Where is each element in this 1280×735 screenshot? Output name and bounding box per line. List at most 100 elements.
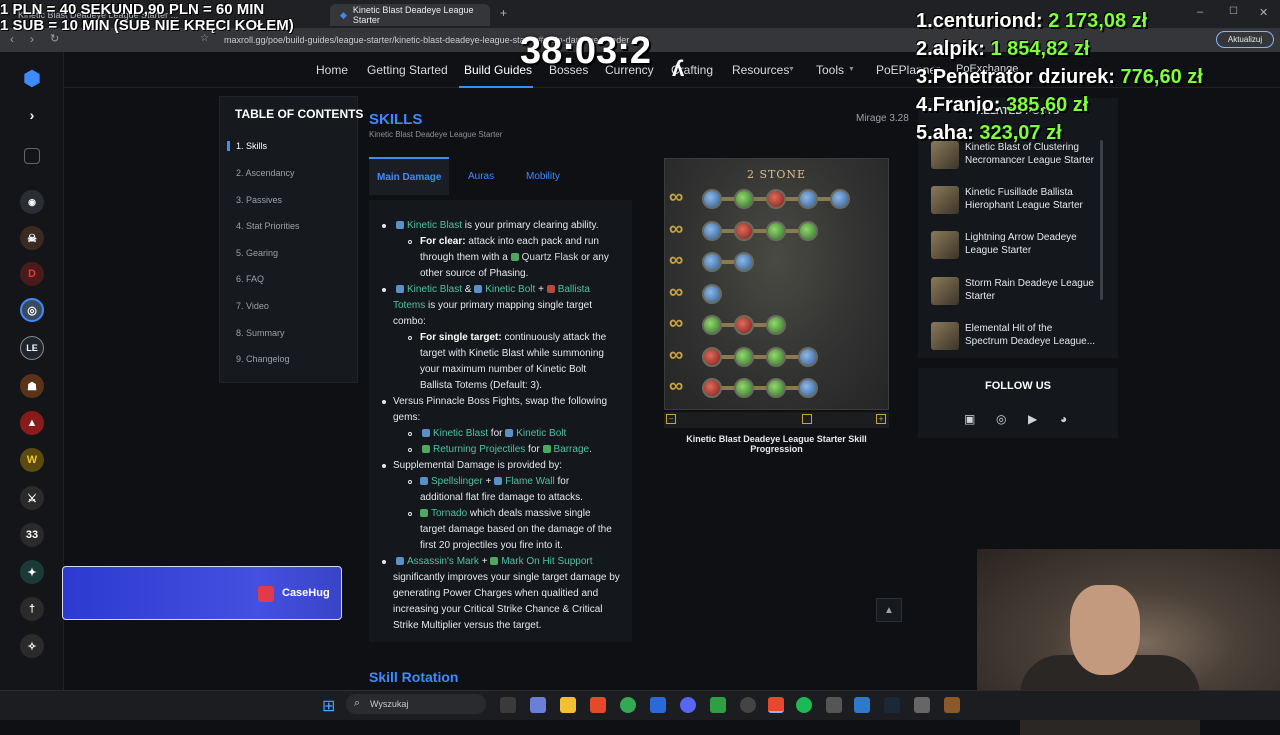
forward-icon[interactable]: › xyxy=(30,32,34,46)
gem-link[interactable]: Tornado xyxy=(431,508,467,519)
task-view-icon[interactable] xyxy=(500,697,516,713)
tab-main-damage[interactable]: Main Damage xyxy=(369,157,449,195)
toc-item-skills[interactable]: 1. Skills xyxy=(236,141,267,151)
game-icon-6[interactable]: 33 xyxy=(20,523,44,547)
maximize-icon[interactable]: ☐ xyxy=(1229,6,1238,17)
home-icon[interactable] xyxy=(24,148,40,164)
toc-item-faq[interactable]: 6. FAQ xyxy=(236,274,264,284)
socketed-gem-icon[interactable] xyxy=(702,252,722,272)
nav-home[interactable]: Home xyxy=(316,63,348,77)
gem-link[interactable]: Kinetic Bolt xyxy=(516,428,566,439)
instagram-icon[interactable]: ◎ xyxy=(996,412,1006,426)
toc-item-gearing[interactable]: 5. Gearing xyxy=(236,248,278,258)
socketed-gem-icon[interactable] xyxy=(766,189,786,209)
socketed-gem-icon[interactable] xyxy=(734,315,754,335)
store-icon[interactable] xyxy=(650,697,666,713)
toc-item-stat-priorities[interactable]: 4. Stat Priorities xyxy=(236,221,300,231)
gem-link[interactable]: Ballista xyxy=(558,284,590,295)
socketed-gem-icon[interactable] xyxy=(734,220,754,241)
discord-icon[interactable]: ◕ xyxy=(1060,412,1067,426)
related-post-link[interactable]: Elemental Hit of the Spectrum Deadeye Le… xyxy=(965,322,1097,348)
socketed-gem-icon[interactable] xyxy=(734,378,754,398)
toc-item-passives[interactable]: 3. Passives xyxy=(236,195,282,205)
game-icon-3[interactable]: ☗ xyxy=(20,374,44,398)
game-icon-5[interactable]: ⚔ xyxy=(20,486,44,510)
gem-link[interactable]: Assassin's Mark xyxy=(407,556,479,567)
post-thumbnail[interactable] xyxy=(931,322,959,350)
socketed-gem-icon[interactable] xyxy=(702,220,722,241)
expand-chevron-icon[interactable]: › xyxy=(20,103,44,127)
socketed-gem-icon[interactable] xyxy=(798,346,818,367)
gem-link[interactable]: Barrage xyxy=(554,444,590,455)
related-post-link[interactable]: Lightning Arrow Deadeye League Starter xyxy=(965,231,1097,257)
socketed-gem-icon[interactable] xyxy=(734,346,754,367)
youtube-icon[interactable]: ▶ xyxy=(1028,412,1037,426)
nav-tools[interactable]: Tools xyxy=(816,63,844,77)
post-thumbnail[interactable] xyxy=(931,277,959,305)
last-epoch-icon[interactable]: LE xyxy=(20,336,44,360)
socketed-gem-icon[interactable] xyxy=(830,189,850,209)
spotify-icon[interactable] xyxy=(796,697,812,713)
socketed-gem-icon[interactable] xyxy=(766,346,786,367)
update-button[interactable]: Aktualizuj xyxy=(1216,31,1274,48)
socketed-gem-icon[interactable] xyxy=(798,189,818,209)
scroll-to-top-button[interactable]: ▲ xyxy=(876,598,902,622)
discord-taskbar-icon[interactable] xyxy=(680,697,696,713)
socketed-gem-icon[interactable] xyxy=(766,378,786,398)
app-icon-3[interactable] xyxy=(914,697,930,713)
poe-icon[interactable]: ◎ xyxy=(20,298,44,322)
socketed-gem-icon[interactable] xyxy=(798,378,818,398)
gem-link[interactable]: Kinetic Bolt xyxy=(485,284,535,295)
taskbar-search[interactable]: Wyszukaj xyxy=(346,694,486,714)
gem-link[interactable]: Kinetic Blast xyxy=(433,428,488,439)
gem-link[interactable]: Returning Projectiles xyxy=(433,444,525,455)
gem-link[interactable]: Totems xyxy=(393,300,425,311)
socketed-gem-icon[interactable] xyxy=(798,220,818,241)
minimize-icon[interactable]: – xyxy=(1197,6,1203,18)
gem-link[interactable]: Kinetic Blast xyxy=(407,284,462,295)
toc-item-summary[interactable]: 8. Summary xyxy=(236,328,285,338)
game-icon-4[interactable]: ▲ xyxy=(20,411,44,435)
expand-icon[interactable]: + xyxy=(876,414,886,424)
socketed-gem-icon[interactable] xyxy=(702,378,722,398)
steam-icon[interactable] xyxy=(884,697,900,713)
collapse-icon[interactable]: – xyxy=(666,414,676,424)
related-post-link[interactable]: Storm Rain Deadeye League Starter xyxy=(965,277,1097,303)
chrome-icon[interactable] xyxy=(620,697,636,713)
diablo-icon[interactable]: D xyxy=(20,262,44,286)
brave-active-icon[interactable] xyxy=(768,697,784,713)
calculator-icon[interactable] xyxy=(826,697,842,713)
progression-slider[interactable] xyxy=(664,412,889,428)
gem-link[interactable]: Spellslinger xyxy=(431,476,483,487)
socketed-gem-icon[interactable] xyxy=(702,346,722,367)
bookmark-icon[interactable]: ☆ xyxy=(200,33,209,44)
gem-link[interactable]: Kinetic Blast xyxy=(407,220,462,231)
nav-resources[interactable]: Resources xyxy=(732,63,789,77)
app-icon-1[interactable] xyxy=(710,697,726,713)
toc-item-ascendancy[interactable]: 2. Ascendancy xyxy=(236,168,295,178)
tab-mobility[interactable]: Mobility xyxy=(526,157,560,195)
slider-handle[interactable] xyxy=(802,414,812,424)
related-post-link[interactable]: Kinetic Fusillade Ballista Hierophant Le… xyxy=(965,186,1097,212)
browser-tab-active[interactable]: ◆ Kinetic Blast Deadeye League Starter xyxy=(330,4,490,26)
brave-icon[interactable] xyxy=(590,697,606,713)
socketed-gem-icon[interactable] xyxy=(702,315,722,335)
close-icon[interactable]: ✕ xyxy=(1259,6,1268,19)
socketed-gem-icon[interactable] xyxy=(734,252,754,272)
app-icon-2[interactable] xyxy=(854,697,870,713)
socketed-gem-icon[interactable] xyxy=(766,315,786,335)
game-icon-9[interactable]: ✧ xyxy=(20,634,44,658)
wow-icon[interactable]: W xyxy=(20,448,44,472)
tab-auras[interactable]: Auras xyxy=(468,157,494,195)
toc-item-changelog[interactable]: 9. Changelog xyxy=(236,354,290,364)
file-explorer-icon[interactable] xyxy=(560,697,576,713)
gem-link[interactable]: Mark On Hit Support xyxy=(501,556,592,567)
back-icon[interactable]: ‹ xyxy=(10,32,14,46)
socketed-gem-icon[interactable] xyxy=(702,283,722,304)
nav-getting-started[interactable]: Getting Started xyxy=(367,63,448,77)
socketed-gem-icon[interactable] xyxy=(734,189,754,209)
maxroll-logo-icon[interactable]: ⬢ xyxy=(20,66,44,90)
toc-item-video[interactable]: 7. Video xyxy=(236,301,269,311)
post-thumbnail[interactable] xyxy=(931,141,959,169)
obs-icon[interactable] xyxy=(740,697,756,713)
